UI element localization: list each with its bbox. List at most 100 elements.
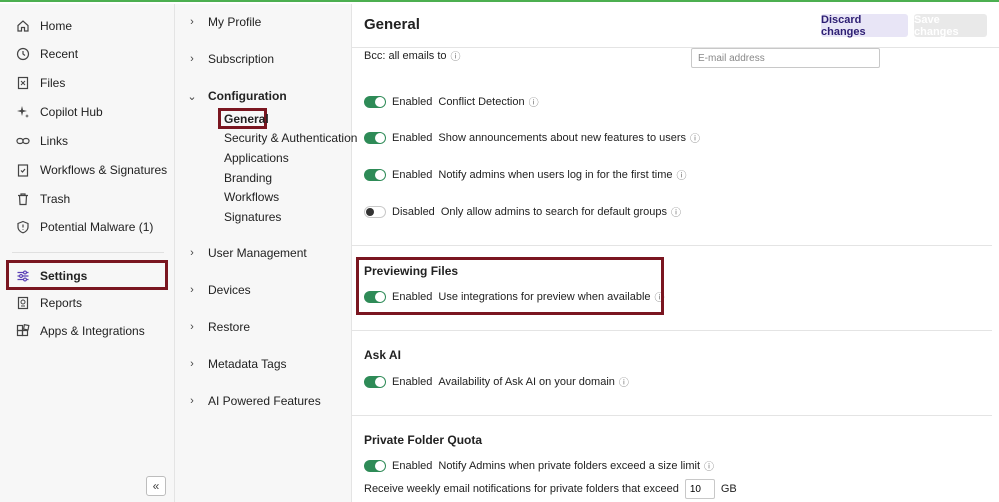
setting-row-preview-integrations: Enabled Use integrations for preview whe… [364, 289, 665, 304]
tree-item-label: AI Powered Features [208, 394, 321, 408]
tree-item-ai-powered-features[interactable]: › AI Powered Features [185, 391, 321, 411]
nav-item-links[interactable]: Links [8, 128, 168, 154]
nav-item-workflows-signatures[interactable]: Workflows & Signatures [8, 157, 168, 183]
nav-item-potential-malware[interactable]: Potential Malware (1) [8, 214, 168, 240]
nav-item-recent[interactable]: Recent [8, 41, 168, 67]
sliders-icon [16, 269, 30, 283]
nav-item-apps-integrations[interactable]: Apps & Integrations [8, 318, 168, 344]
tree-item-label: Subscription [208, 52, 275, 66]
tree-subitem-signatures[interactable]: Signatures [224, 208, 281, 226]
tree-item-my-profile[interactable]: › My Profile [185, 12, 261, 32]
info-icon[interactable]: ⓘ [690, 130, 700, 145]
tree-item-devices[interactable]: › Devices [185, 280, 251, 300]
ask-ai-toggle[interactable] [364, 375, 386, 388]
settings-content: General Discard changes Save changes Bcc… [352, 4, 999, 502]
info-icon[interactable]: ⓘ [671, 204, 681, 219]
tree-subitem-workflows[interactable]: Workflows [224, 188, 279, 206]
nav-item-home[interactable]: Home [8, 13, 168, 39]
toggle-state-label: Enabled [392, 131, 433, 144]
info-icon[interactable]: ⓘ [529, 94, 539, 109]
bcc-email-input[interactable] [691, 48, 880, 68]
settings-tree: › My Profile › Subscription ⌄ Configurat… [175, 4, 352, 502]
nav-item-settings[interactable]: Settings [8, 263, 168, 289]
double-chevron-left-icon: « [152, 479, 160, 493]
info-icon[interactable]: ⓘ [451, 48, 461, 63]
content-header: General Discard changes Save changes [352, 4, 999, 48]
preview-integrations-toggle[interactable] [364, 290, 386, 303]
setting-row-conflict-detection: Enabled Conflict Detection ⓘ [364, 94, 539, 109]
save-changes-button[interactable]: Save changes [914, 14, 987, 38]
announcements-toggle[interactable] [364, 131, 386, 144]
setting-label: Notify Admins when private folders excee… [438, 459, 701, 472]
shield-icon [16, 220, 30, 234]
toggle-state-label: Enabled [392, 290, 433, 303]
chevron-right-icon: › [190, 358, 194, 370]
tree-item-label: Devices [208, 283, 251, 297]
nav-item-copilot-hub[interactable]: Copilot Hub [8, 99, 168, 125]
nav-item-label: Apps & Integrations [40, 324, 145, 338]
nav-item-label: Copilot Hub [40, 105, 103, 119]
nav-item-label: Workflows & Signatures [40, 163, 168, 177]
collapse-sidebar-button[interactable]: « [146, 476, 166, 496]
setting-label: Availability of Ask AI on your domain [438, 375, 615, 388]
tree-subitem-applications[interactable]: Applications [224, 149, 289, 167]
nav-item-label: Home [40, 19, 73, 33]
link-icon [16, 134, 30, 148]
tree-item-label: Metadata Tags [208, 357, 287, 371]
quota-threshold-input[interactable] [684, 479, 715, 499]
file-icon [16, 76, 30, 90]
nav-item-label: Files [40, 76, 66, 90]
tree-item-label: User Management [208, 246, 307, 260]
tree-subitem-general[interactable]: General [224, 110, 269, 128]
discard-changes-button[interactable]: Discard changes [821, 14, 908, 38]
setting-label: Use integrations for preview when availa… [438, 290, 651, 303]
clock-icon [16, 47, 30, 61]
info-icon[interactable]: ⓘ [704, 458, 714, 473]
setting-label: Conflict Detection [438, 95, 525, 108]
tree-item-user-management[interactable]: › User Management [185, 243, 307, 263]
apps-icon [16, 324, 30, 338]
nav-item-label: Potential Malware (1) [40, 220, 154, 234]
chevron-right-icon: › [190, 284, 194, 296]
previewing-files-title: Previewing Files [364, 264, 459, 278]
nav-item-label: Recent [40, 47, 79, 61]
nav-item-trash[interactable]: Trash [8, 186, 168, 212]
conflict-detection-toggle[interactable] [364, 95, 386, 108]
bcc-setting-row: Bcc: all emails to ⓘ [364, 48, 461, 64]
info-icon[interactable]: ⓘ [677, 167, 687, 182]
toggle-state-label: Enabled [392, 375, 433, 388]
report-icon [16, 296, 30, 310]
tree-item-subscription[interactable]: › Subscription [185, 49, 274, 69]
nav-divider [12, 252, 164, 253]
chevron-right-icon: › [190, 395, 194, 407]
chevron-right-icon: › [190, 16, 194, 28]
setting-row-first-login-notify: Enabled Notify admins when users log in … [364, 167, 687, 182]
setting-row-quota-notify: Enabled Notify Admins when private folde… [364, 458, 714, 473]
sparkle-icon [16, 105, 30, 119]
nav-item-label: Trash [40, 192, 71, 206]
first-login-notify-toggle[interactable] [364, 168, 386, 181]
section-divider [352, 330, 992, 331]
toggle-state-label: Enabled [392, 95, 433, 108]
tree-subitem-branding[interactable]: Branding [224, 169, 272, 187]
nav-item-reports[interactable]: Reports [8, 290, 168, 316]
quota-notify-toggle[interactable] [364, 459, 386, 472]
trash-icon [16, 192, 30, 206]
tree-item-configuration[interactable]: ⌄ Configuration [185, 86, 286, 106]
tree-item-metadata-tags[interactable]: › Metadata Tags [185, 354, 287, 374]
nav-item-files[interactable]: Files [8, 70, 168, 96]
admin-group-search-toggle[interactable] [364, 205, 386, 218]
nav-item-label: Settings [40, 269, 88, 283]
setting-label: Only allow admins to search for default … [440, 205, 668, 218]
tree-subitem-security-authentication[interactable]: Security & Authentication [224, 129, 357, 147]
quota-threshold-row: Receive weekly email notifications for p… [364, 479, 737, 499]
setting-label: Notify admins when users log in for the … [438, 168, 673, 181]
tree-item-restore[interactable]: › Restore [185, 317, 250, 337]
setting-row-admin-group-search: Disabled Only allow admins to search for… [364, 204, 681, 219]
section-divider [352, 245, 992, 246]
setting-label: Show announcements about new features to… [438, 131, 687, 144]
toggle-state-label: Enabled [392, 168, 433, 181]
info-icon[interactable]: ⓘ [619, 374, 629, 389]
toggle-state-label: Disabled [392, 205, 435, 218]
info-icon[interactable]: ⓘ [655, 289, 665, 304]
